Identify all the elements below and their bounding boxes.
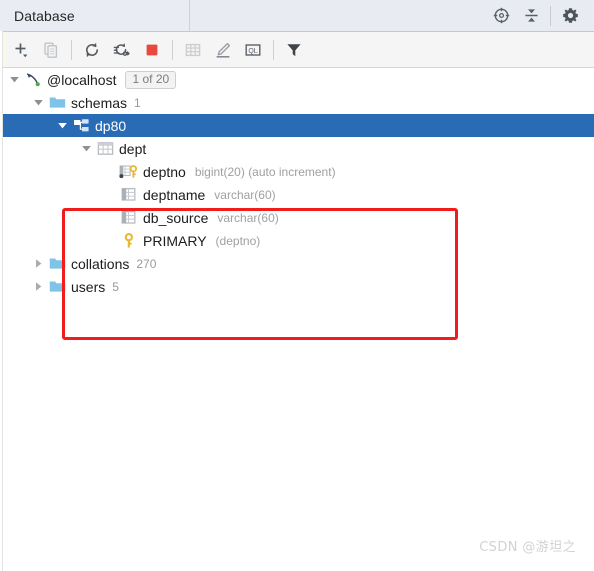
modify-button[interactable] bbox=[208, 35, 238, 65]
tree-row-label: users bbox=[71, 278, 106, 295]
status-badge: 1 of 20 bbox=[125, 70, 177, 89]
tree-row-label: dept bbox=[119, 140, 147, 157]
column-icon bbox=[119, 206, 139, 229]
tree-arrow-placeholder bbox=[102, 206, 119, 229]
tree-arrow-placeholder bbox=[102, 160, 119, 183]
refresh-button[interactable] bbox=[77, 35, 107, 65]
tree-row-deptname[interactable]: deptname varchar(60) bbox=[0, 183, 594, 206]
tree-arrow-placeholder bbox=[102, 229, 119, 252]
tree-row-label: deptno bbox=[143, 163, 186, 180]
folder-icon bbox=[47, 91, 67, 114]
chevron-right-icon[interactable] bbox=[30, 252, 47, 275]
tree-row-type: bigint(20) (auto increment) bbox=[194, 164, 336, 179]
tree-row-type: varchar(60) bbox=[217, 210, 279, 225]
table-icon bbox=[95, 137, 115, 160]
collapse-all-icon[interactable] bbox=[516, 0, 546, 31]
tree-row-label: PRIMARY bbox=[143, 232, 207, 249]
chevron-down-icon[interactable] bbox=[54, 114, 71, 137]
panel-left-rail bbox=[0, 31, 3, 571]
tool-window-header: Database bbox=[0, 0, 594, 32]
column-icon bbox=[119, 183, 139, 206]
header-divider bbox=[550, 5, 551, 26]
chevron-down-icon[interactable] bbox=[30, 91, 47, 114]
tree-row-primary[interactable]: PRIMARY (deptno) bbox=[0, 229, 594, 252]
schema-icon bbox=[71, 114, 91, 137]
sync-settings-button[interactable] bbox=[107, 35, 137, 65]
chevron-right-icon[interactable] bbox=[30, 275, 47, 298]
tree-row-count: 1 bbox=[134, 95, 141, 110]
tree-row-dp80[interactable]: dp80 bbox=[0, 114, 594, 137]
add-button[interactable] bbox=[6, 35, 36, 65]
watermark: CSDN @游坦之 bbox=[479, 540, 576, 555]
tree-row-deptno[interactable]: deptno bigint(20) (auto increment) bbox=[0, 160, 594, 183]
tree-row-collations[interactable]: collations 270 bbox=[0, 252, 594, 275]
tree-row-db_source[interactable]: db_source varchar(60) bbox=[0, 206, 594, 229]
tree-row-type: (deptno) bbox=[215, 233, 261, 248]
database-tree: @localhost 1 of 20 schemas 1 dp80 dept deptno b… bbox=[0, 68, 594, 571]
gear-icon[interactable] bbox=[555, 0, 585, 31]
chevron-down-icon[interactable] bbox=[78, 137, 95, 160]
tree-row-label: @localhost bbox=[47, 71, 117, 88]
chevron-down-icon[interactable] bbox=[6, 68, 23, 91]
tree-row-label: collations bbox=[71, 255, 130, 272]
tree-row-label: schemas bbox=[71, 94, 128, 111]
tree-row-type: varchar(60) bbox=[214, 187, 276, 202]
folder-icon bbox=[47, 275, 67, 298]
tree-arrow-placeholder bbox=[102, 183, 119, 206]
toolbar-divider-3 bbox=[273, 39, 274, 60]
column-key-icon bbox=[119, 160, 139, 183]
query-console-button[interactable]: QL bbox=[238, 35, 268, 65]
filter-button[interactable] bbox=[279, 35, 309, 65]
mysql-connection-icon bbox=[23, 68, 43, 91]
tree-row-dept[interactable]: dept bbox=[0, 137, 594, 160]
stop-button[interactable] bbox=[137, 35, 167, 65]
toolbar-divider-1 bbox=[71, 39, 72, 60]
tab-database[interactable]: Database bbox=[0, 0, 190, 31]
tree-row-count: 270 bbox=[136, 256, 157, 271]
tree-row-label: dp80 bbox=[95, 117, 127, 134]
tree-row-schemas[interactable]: schemas 1 bbox=[0, 91, 594, 114]
key-icon bbox=[119, 229, 139, 252]
table-editor-button[interactable] bbox=[178, 35, 208, 65]
tree-row-count: 5 bbox=[112, 279, 119, 294]
toolbar: QL bbox=[0, 32, 594, 68]
tree-row-users[interactable]: users 5 bbox=[0, 275, 594, 298]
tree-row-label: deptname bbox=[143, 186, 206, 203]
page-title: Database bbox=[14, 7, 75, 24]
tree-row-label: db_source bbox=[143, 209, 209, 226]
svg-text:QL: QL bbox=[248, 48, 257, 55]
scroll-from-source-icon[interactable] bbox=[486, 0, 516, 31]
toolbar-divider-2 bbox=[172, 39, 173, 60]
copy-button[interactable] bbox=[36, 35, 66, 65]
header-actions bbox=[486, 0, 594, 31]
tree-row-localhost[interactable]: @localhost 1 of 20 bbox=[0, 68, 594, 91]
folder-icon bbox=[47, 252, 67, 275]
